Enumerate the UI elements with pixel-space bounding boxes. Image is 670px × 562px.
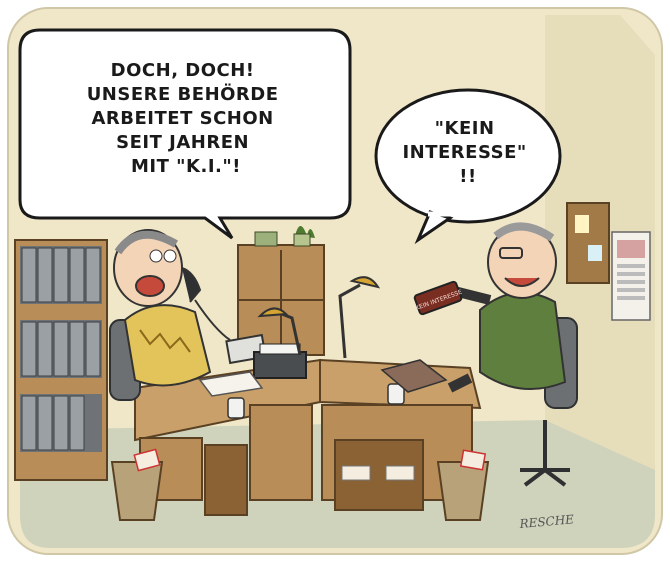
left-speech-bubble: DOCH, DOCH! UNSERE BEHÖRDE ARBEITET SCHO… xyxy=(18,28,352,240)
filing-shelf xyxy=(14,239,108,481)
wall-calendar xyxy=(611,231,651,321)
back-cabinet xyxy=(237,226,325,356)
office-cartoon: KEIN INTERESSE DOCH, DOCH! UNSERE BEHÖRD… xyxy=(7,7,663,555)
wall-pinboard xyxy=(566,202,610,284)
coffee-mug-left xyxy=(227,397,245,419)
